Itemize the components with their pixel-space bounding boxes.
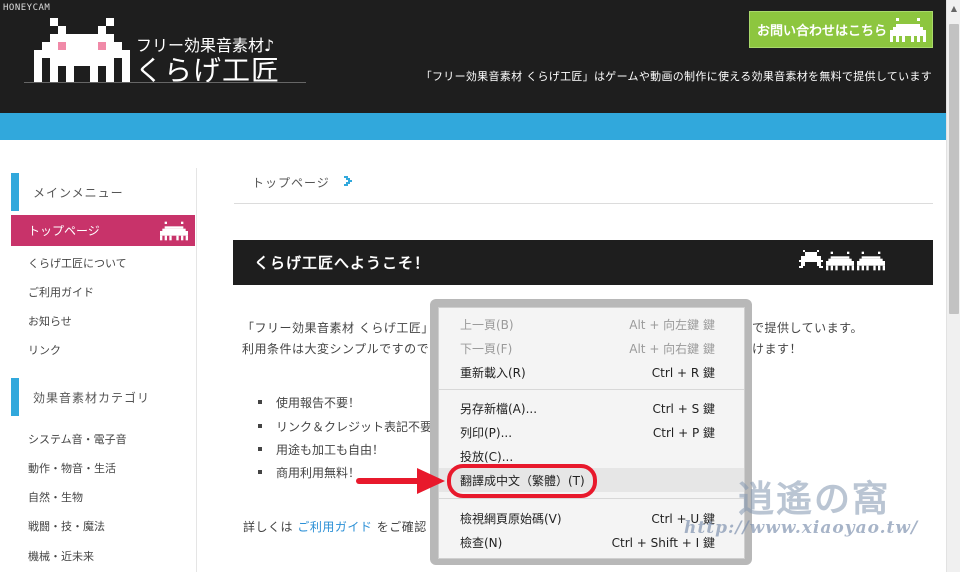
watermark-brand: 逍遙の窩 [738,478,891,520]
logo-title[interactable]: くらげ工匠 [135,49,280,89]
list-item: 用途も加工も自由！ [258,441,384,458]
welcome-banner: くらげ工匠へようこそ！ [233,240,933,285]
breadcrumb[interactable]: トップページ [252,174,330,191]
sidebar-category-life[interactable]: 動作・物音・生活 [28,460,116,476]
sidebar-category-nature[interactable]: 自然・生物 [28,489,83,505]
menu-item-reload[interactable]: 重新載入(R) Ctrl + R 鍵 [439,360,744,384]
logo-divider [24,82,306,83]
intro-line-1-start: 「フリー効果音素材 くらげ工匠」 [242,321,434,335]
menu-item-forward[interactable]: 下一頁(F) Alt + 向右鍵 鍵 [439,336,744,360]
invader-icon [826,251,854,271]
sidebar-category-machine[interactable]: 機械・近未来 [28,548,94,564]
invader-icon [799,250,823,268]
sidebar-item-links[interactable]: リンク [28,342,61,358]
intro-line-1-end: で提供しています。 [752,321,863,335]
blog-watermark: 逍遙の窩 http://www.xiaoyao.tw/ [676,470,946,550]
watermark-url: http://www.xiaoyao.tw/ [684,518,919,538]
header-accent-band [0,113,946,140]
menu-item-save-as[interactable]: 另存新檔(A)... Ctrl + S 鍵 [439,396,744,420]
invader-icon [890,18,926,42]
invader-icon [857,251,885,271]
category-heading: 効果音素材カテゴリ [11,378,195,416]
guide-link[interactable]: ご利用ガイド [297,520,372,534]
intro-line-2-end: けます！ [752,342,803,356]
sidebar-category-battle[interactable]: 戦闘・技・魔法 [28,518,105,534]
breadcrumb-arrow-icon [344,176,352,186]
welcome-title: くらげ工匠へようこそ！ [254,254,431,272]
sidebar-item-about[interactable]: くらげ工匠について [28,255,127,271]
scroll-up-icon[interactable]: ▲ [947,0,960,16]
menu-separator [439,389,744,390]
highlight-ring [447,464,597,498]
list-item: 使用報告不要！ [258,394,360,411]
details-text: 詳しくは ご利用ガイド をご確認 [243,520,427,534]
site-tagline: 「フリー効果音素材 くらげ工匠」はゲームや動画の制作に使える効果音素材を無料で提… [420,70,932,83]
invader-group [799,250,885,272]
sidebar-item-label: トップページ [28,224,100,238]
menu-item-print[interactable]: 列印(P)... Ctrl + P 鍵 [439,420,744,444]
list-item: 商用利用無料！ [258,464,360,481]
sidebar-item-news[interactable]: お知らせ [28,313,72,329]
red-arrow-icon [356,468,445,494]
scrollbar-thumb[interactable] [949,24,959,314]
page-scrollbar[interactable]: ▲ [946,0,960,572]
contact-button[interactable]: お問い合わせはこちら [749,11,933,48]
intro-line-2-start: 利用条件は大変シンプルですので [242,342,430,356]
site-header: HONEYCAM フリー効果音素材♪ くらげ工匠 お問い合わせはこちら 「フリー… [0,0,946,113]
list-item: リンク＆クレジット表記不要 [258,418,432,435]
breadcrumb-divider [234,203,933,204]
sidebar-item-top-page[interactable]: トップページ [11,215,195,246]
invader-logo-icon[interactable] [34,18,130,82]
sidebar-divider [196,168,197,572]
contact-button-label: お問い合わせはこちら [757,24,888,39]
main-menu-heading: メインメニュー [11,173,195,211]
recorder-watermark: HONEYCAM [3,3,51,13]
menu-item-back[interactable]: 上一頁(B) Alt + 向左鍵 鍵 [439,312,744,336]
sidebar-item-guide[interactable]: ご利用ガイド [28,284,94,300]
sidebar-category-system[interactable]: システム音・電子音 [28,431,127,447]
invader-icon [160,221,188,241]
